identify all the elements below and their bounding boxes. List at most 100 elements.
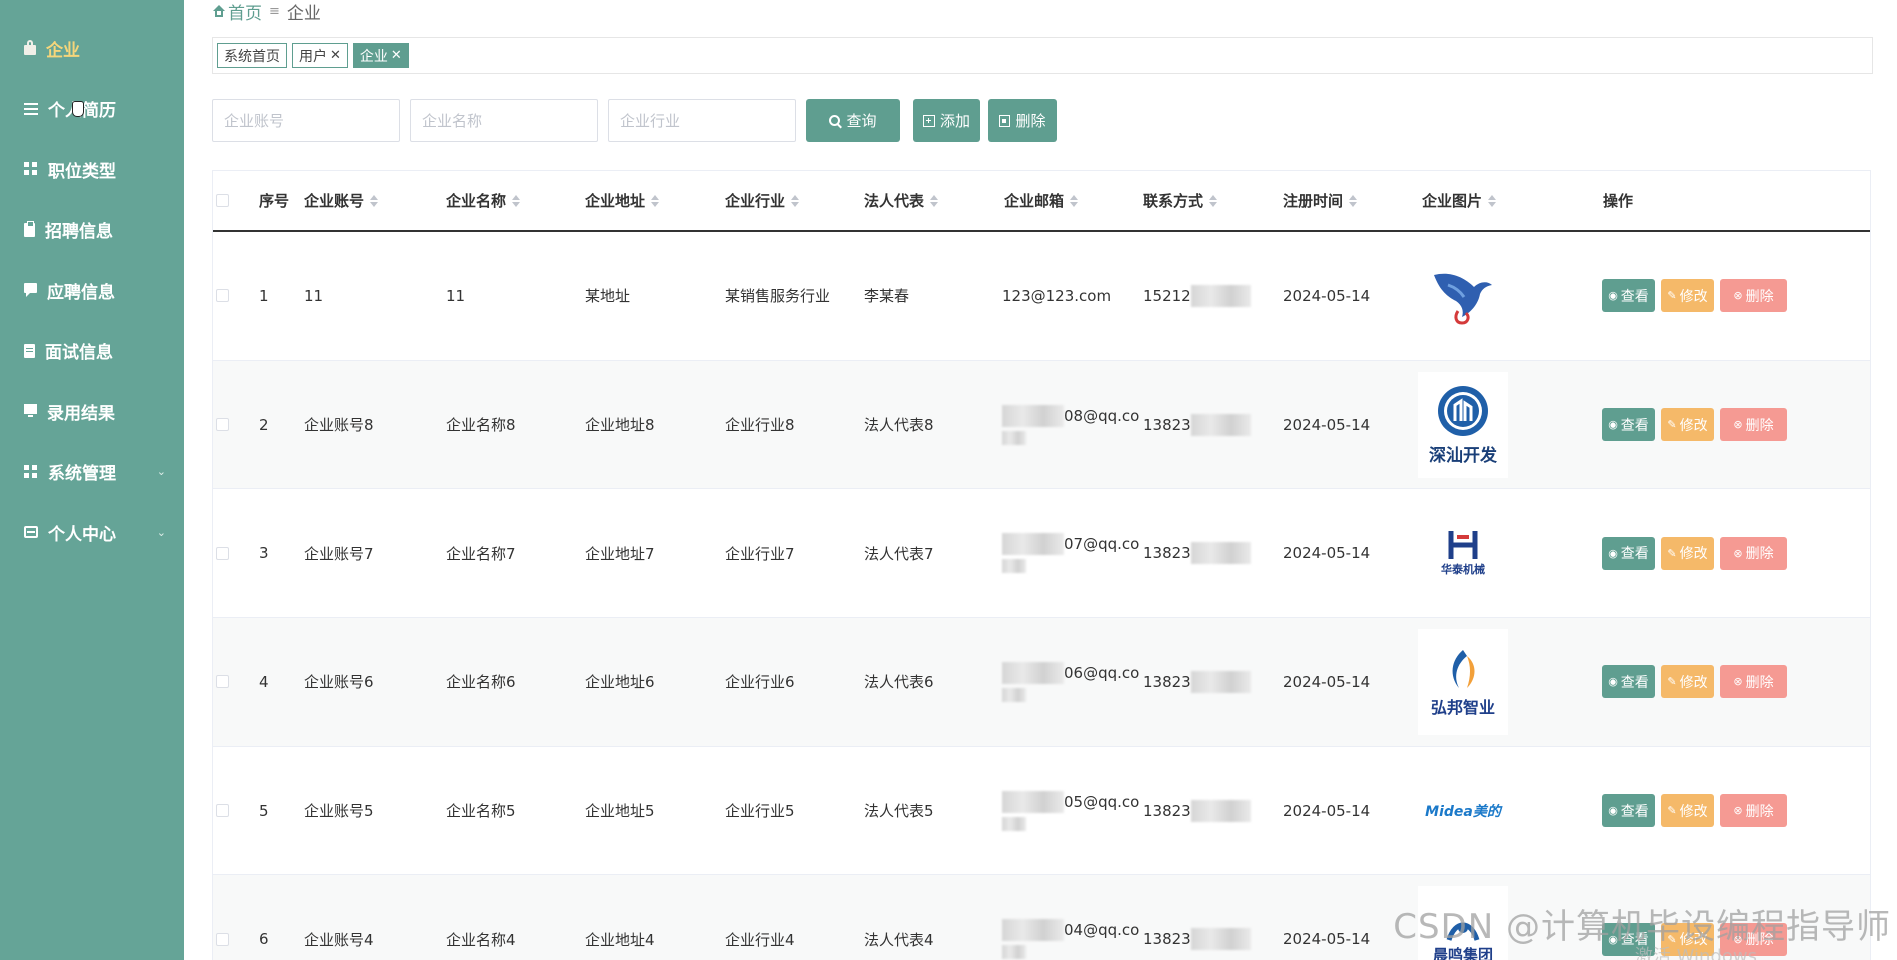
cell-phone: 13823 [1143, 413, 1251, 436]
sort-icon[interactable] [930, 194, 939, 207]
company-industry-input[interactable] [608, 99, 796, 142]
sidebar-item-resume[interactable]: 个人简历 [0, 79, 184, 140]
windows-activation-watermark: 激活 Windows [1634, 946, 1757, 960]
sort-icon[interactable] [1349, 194, 1358, 207]
sort-icon[interactable] [651, 194, 660, 207]
table-row: 2 企业账号8 企业名称8 企业地址8 企业行业8 法人代表8 08@qq.co… [213, 360, 1870, 490]
cell-address: 企业地址7 [585, 544, 655, 563]
header-account[interactable]: 企业账号 [304, 190, 379, 211]
company-logo [1417, 242, 1509, 350]
breadcrumb-separator-icon: ≡ [269, 3, 280, 19]
delete-button-label: 删除 [1745, 417, 1774, 434]
sidebar: 企业 个人简历 职位类型 招聘信息 应聘信息 面试信息 录用结果 系统管理 ⌄ … [0, 0, 184, 960]
header-industry[interactable]: 企业行业 [725, 190, 800, 211]
sidebar-item-interview-info[interactable]: 面试信息 [0, 321, 184, 382]
view-button-label: 查看 [1620, 546, 1649, 563]
cell-email: 05@qq.co [1002, 790, 1139, 831]
sort-icon[interactable] [1488, 194, 1497, 207]
row-checkbox[interactable] [216, 546, 229, 560]
sidebar-item-company[interactable]: 企业 [0, 18, 184, 79]
chevron-down-icon: ⌄ [156, 525, 166, 539]
header-image[interactable]: 企业图片 [1422, 190, 1497, 211]
company-logo: 深汕开发 [1417, 371, 1509, 479]
delete-button-label: 删除 [1745, 803, 1774, 820]
view-button[interactable]: ◉ 查看 [1602, 665, 1655, 699]
edit-button[interactable]: ✎ 修改 [1661, 665, 1714, 699]
header-phone[interactable]: 联系方式 [1143, 190, 1218, 211]
sidebar-item-hiring-result[interactable]: 录用结果 [0, 381, 184, 442]
grid-icon [24, 464, 38, 479]
header-address[interactable]: 企业地址 [585, 190, 660, 211]
tag-company[interactable]: 企业 ✕ [352, 43, 409, 68]
sort-icon[interactable] [512, 194, 521, 207]
select-all-checkbox[interactable] [216, 194, 229, 207]
row-delete-button[interactable]: ⊗ 删除 [1720, 279, 1787, 313]
row-checkbox[interactable] [216, 675, 229, 689]
sidebar-item-system-admin[interactable]: 系统管理 ⌄ [0, 442, 184, 503]
close-icon[interactable]: ✕ [330, 48, 341, 63]
cell-ops: ◉ 查看 ✎ 修改 ⊗ 删除 [1602, 408, 1793, 442]
row-delete-button[interactable]: ⊗ 删除 [1720, 536, 1787, 570]
row-checkbox[interactable] [216, 289, 229, 303]
redacted-block [1002, 687, 1026, 702]
row-checkbox[interactable] [216, 418, 229, 432]
company-account-input[interactable] [212, 99, 400, 142]
view-button[interactable]: ◉ 查看 [1602, 794, 1655, 828]
sort-icon[interactable] [791, 194, 800, 207]
header-name[interactable]: 企业名称 [446, 190, 521, 211]
delete-button-label: 删除 [1745, 288, 1774, 305]
breadcrumb-home[interactable]: 首页 [228, 0, 262, 24]
chevron-down-icon: ⌄ [156, 465, 166, 479]
tag-user[interactable]: 用户 ✕ [292, 43, 348, 68]
list-icon [24, 102, 38, 115]
sort-icon[interactable] [1070, 194, 1079, 207]
cell-index: 2 [259, 415, 269, 434]
tag-system-home[interactable]: 系统首页 [217, 43, 287, 68]
trash-icon [999, 114, 1011, 127]
cell-reg-time: 2024-05-14 [1283, 801, 1371, 820]
search-form: 查询 添加 删除 [212, 99, 1070, 142]
row-delete-button[interactable]: ⊗ 删除 [1720, 794, 1787, 828]
row-delete-button[interactable]: ⊗ 删除 [1720, 408, 1787, 442]
edit-icon: ✎ [1667, 675, 1677, 689]
table-row: 3 企业账号7 企业名称7 企业地址7 企业行业7 法人代表7 07@qq.co… [213, 489, 1870, 619]
header-email[interactable]: 企业邮箱 [1004, 190, 1079, 211]
redacted-block [1190, 670, 1251, 693]
phone-text: 13823 [1143, 544, 1191, 563]
header-reg-time[interactable]: 注册时间 [1283, 190, 1358, 211]
cell-index: 6 [259, 930, 269, 949]
add-button[interactable]: 添加 [913, 99, 980, 142]
document-icon [24, 343, 35, 358]
edit-button[interactable]: ✎ 修改 [1661, 536, 1714, 570]
cell-account: 企业账号4 [304, 930, 374, 949]
sidebar-item-position-type[interactable]: 职位类型 [0, 139, 184, 200]
sidebar-item-recruit-info[interactable]: 招聘信息 [0, 200, 184, 261]
edit-icon: ✎ [1667, 289, 1677, 303]
header-legal[interactable]: 法人代表 [864, 190, 939, 211]
delete-button[interactable]: 删除 [988, 99, 1057, 142]
cell-image: Midea美的 [1417, 757, 1509, 865]
cell-legal: 法人代表4 [864, 930, 934, 949]
row-delete-button[interactable]: ⊗ 删除 [1720, 665, 1787, 699]
cell-legal: 法人代表7 [864, 544, 934, 563]
sidebar-item-application-info[interactable]: 应聘信息 [0, 260, 184, 321]
close-icon[interactable]: ✕ [391, 48, 402, 63]
redacted-block [1002, 816, 1026, 831]
company-name-input[interactable] [410, 99, 598, 142]
view-button[interactable]: ◉ 查看 [1602, 536, 1655, 570]
sort-icon[interactable] [1209, 194, 1218, 207]
row-checkbox[interactable] [216, 804, 229, 818]
view-button[interactable]: ◉ 查看 [1602, 279, 1655, 313]
close-circle-icon: ⊗ [1733, 546, 1743, 560]
view-button-label: 查看 [1620, 674, 1649, 691]
query-button[interactable]: 查询 [806, 99, 900, 142]
sidebar-item-personal-center[interactable]: 个人中心 ⌄ [0, 502, 184, 563]
delete-button-label: 删除 [1745, 674, 1774, 691]
edit-button[interactable]: ✎ 修改 [1661, 794, 1714, 828]
row-checkbox[interactable] [216, 932, 229, 946]
cell-reg-time: 2024-05-14 [1283, 672, 1371, 691]
edit-button[interactable]: ✎ 修改 [1661, 279, 1714, 313]
view-button[interactable]: ◉ 查看 [1602, 408, 1655, 442]
sort-icon[interactable] [370, 194, 379, 207]
edit-button[interactable]: ✎ 修改 [1661, 408, 1714, 442]
